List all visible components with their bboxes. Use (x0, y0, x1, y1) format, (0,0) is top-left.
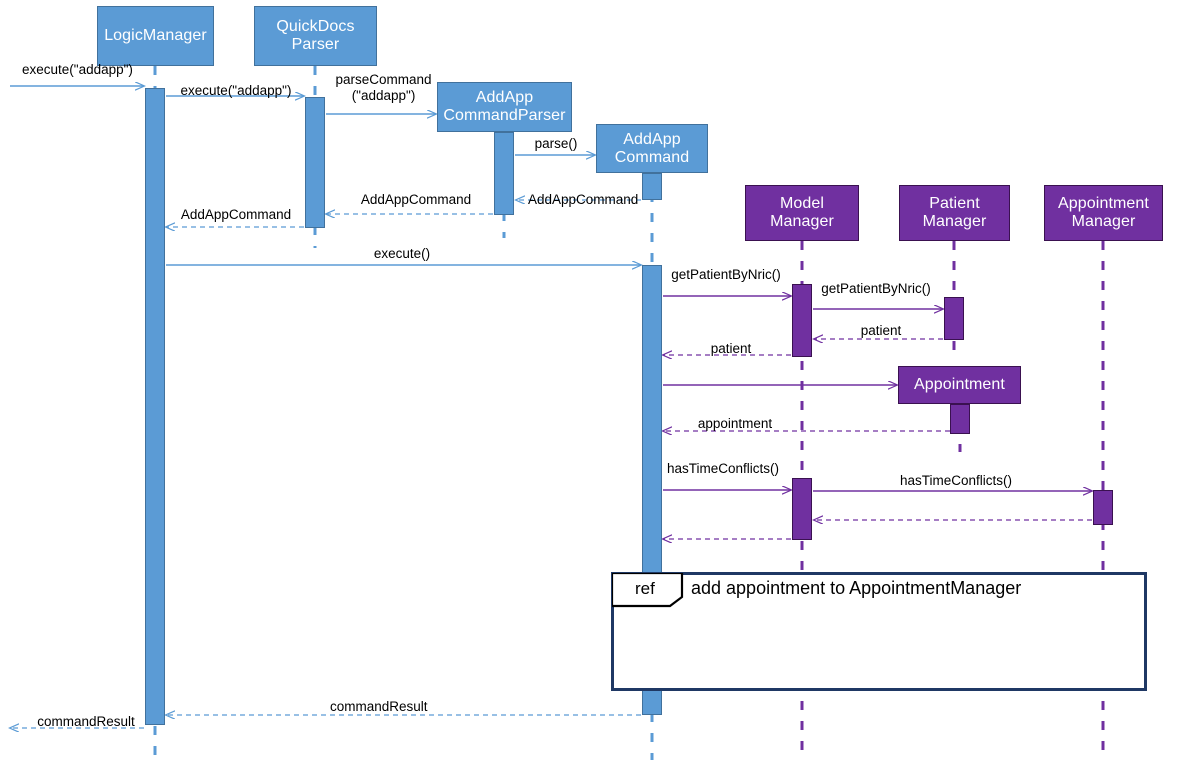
participant-box-quickdocs-parser[interactable]: QuickDocs Parser (254, 6, 377, 66)
participant-box-logic-manager[interactable]: LogicManager (97, 6, 214, 66)
sequence-diagram-canvas: LogicManager QuickDocs Parser AddApp Comma… (0, 0, 1177, 772)
activation-bar-logic-manager (145, 88, 165, 725)
message-label-m5: AddAppCommand (528, 192, 639, 207)
participant-label: Appointment (914, 376, 1005, 394)
participant-label: Model Manager (770, 195, 834, 230)
message-label-m14: appointment (697, 416, 773, 431)
participant-box-addapp-command[interactable]: AddApp Command (596, 124, 708, 173)
message-label-m12: patient (710, 341, 752, 356)
message-label-m7: AddAppCommand (180, 207, 292, 222)
message-label-m8: execute() (373, 246, 431, 261)
message-label-m9: getPatientByNric() (671, 267, 781, 282)
participant-box-appointment[interactable]: Appointment (898, 366, 1021, 404)
message-label-m15: hasTimeConflicts() (666, 461, 780, 476)
message-label-m2: execute("addapp") (180, 83, 292, 98)
message-label-m1: execute("addapp") (22, 62, 133, 77)
message-label-m19: commandResult (330, 699, 428, 714)
participant-label: Patient Manager (922, 195, 987, 230)
participant-label: QuickDocs Parser (276, 18, 355, 53)
message-label-m16: hasTimeConflicts() (899, 473, 1013, 488)
activation-bar-appointment (950, 404, 970, 434)
ref-frame-title: add appointment to AppointmentManager (691, 578, 1022, 598)
participant-box-appointment-manager[interactable]: Appointment Manager (1044, 185, 1163, 241)
activation-bar-model-manager (792, 284, 812, 357)
message-label-m4: parse() (534, 136, 578, 151)
message-label-m20: commandResult (37, 714, 135, 729)
message-label-m11: patient (860, 323, 902, 338)
participant-label: LogicManager (104, 27, 207, 45)
activation-bar-addapp-command (642, 173, 662, 200)
participant-label: AddApp CommandParser (443, 89, 566, 124)
activation-bar-model-manager (792, 478, 812, 540)
ref-frame-tag-label: ref (635, 579, 655, 598)
participant-label: Appointment Manager (1058, 195, 1149, 230)
activation-bar-addapp-cmd-parser (494, 132, 514, 215)
message-label-m10: getPatientByNric() (821, 281, 931, 296)
participant-box-addapp-cmd-parser[interactable]: AddApp CommandParser (437, 82, 572, 132)
activation-bar-quickdocs-parser (305, 97, 325, 228)
message-label-m6: AddAppCommand (360, 192, 472, 207)
activation-bar-appointment-manager (1093, 490, 1113, 525)
participant-box-patient-manager[interactable]: Patient Manager (899, 185, 1010, 241)
activation-bar-patient-manager (944, 297, 964, 340)
message-label-m3: parseCommand ("addapp") (335, 72, 432, 104)
participant-box-model-manager[interactable]: Model Manager (745, 185, 859, 241)
participant-label: AddApp Command (614, 130, 690, 166)
